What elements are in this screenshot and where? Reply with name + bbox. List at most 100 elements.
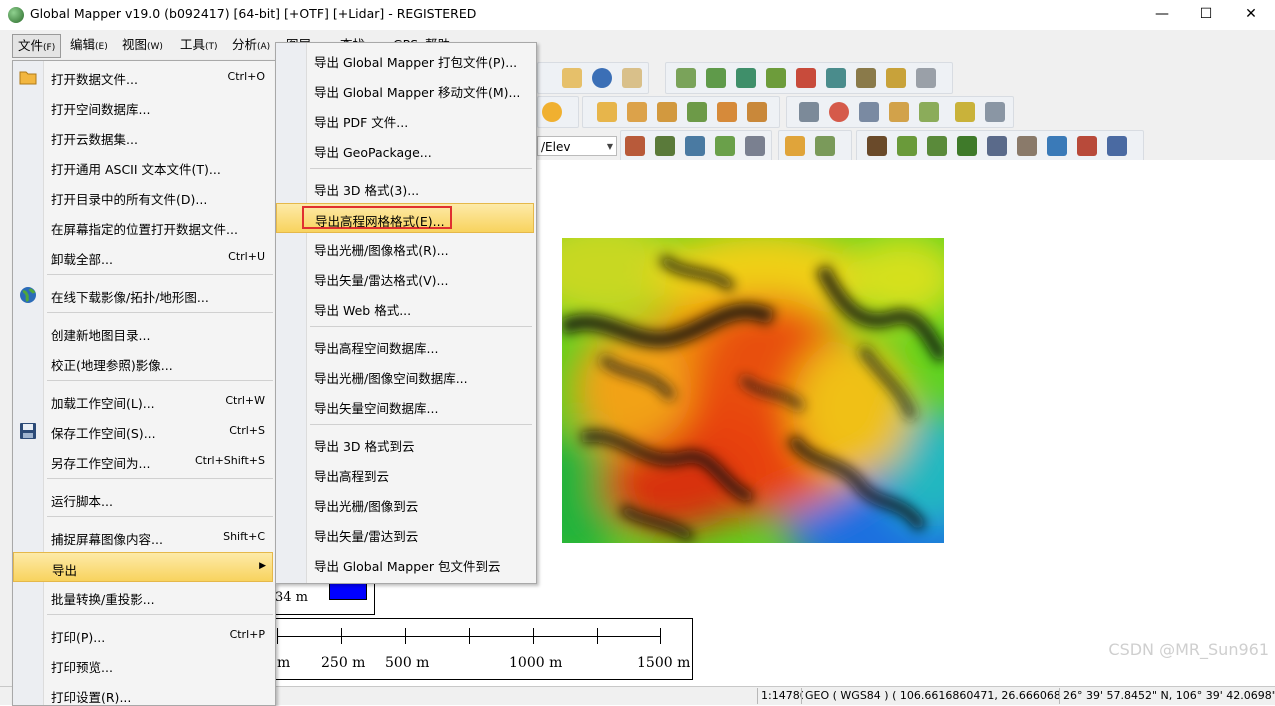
- status-dms: 26° 39' 57.8452" N, 106° 39' 42.0698" E: [1059, 688, 1275, 704]
- menu-item-open-spatial-db[interactable]: 打开空间数据库...: [13, 92, 275, 122]
- sun-icon[interactable]: [542, 102, 562, 122]
- viewshed-icon[interactable]: [715, 136, 735, 156]
- menu-item-export-vector-cloud[interactable]: 导出矢量/雷达到云: [276, 519, 534, 549]
- digitize-line-icon[interactable]: [627, 102, 647, 122]
- digitize-point-icon[interactable]: [597, 102, 617, 122]
- menu-view-key: (W): [147, 42, 163, 52]
- edit-check-icon[interactable]: [815, 136, 835, 156]
- minimize-button[interactable]: —: [1140, 4, 1184, 24]
- digitize-area-icon[interactable]: [687, 102, 707, 122]
- menu-item-print-preview[interactable]: 打印预览...: [13, 650, 275, 680]
- menu-item-unload-all[interactable]: 卸载全部... Ctrl+U: [13, 242, 275, 272]
- edit-area-icon[interactable]: [919, 102, 939, 122]
- menu-item-export[interactable]: 导出 ▶: [13, 552, 273, 582]
- slope-icon[interactable]: [796, 68, 816, 88]
- menu-item-save-workspace-as[interactable]: 另存工作空间为... Ctrl+Shift+S: [13, 446, 275, 476]
- menu-item-export-raster-cloud[interactable]: 导出光栅/图像到云: [276, 489, 534, 519]
- path-edit-icon[interactable]: [985, 102, 1005, 122]
- menu-item-open-at-location[interactable]: 在屏幕指定的位置打开数据文件...: [13, 212, 275, 242]
- scale-bar: m 250 m 500 m 1000 m 1500 m: [262, 618, 693, 680]
- menu-tools-label: 工具: [180, 37, 206, 52]
- digitize-draw-icon[interactable]: [747, 102, 767, 122]
- menu-item-export-gm-mobile[interactable]: 导出 Global Mapper 移动文件(M)...: [276, 75, 534, 105]
- tree-icon[interactable]: [957, 136, 977, 156]
- building-grid-icon[interactable]: [685, 136, 705, 156]
- menu-item-export-geopackage[interactable]: 导出 GeoPackage...: [276, 135, 534, 165]
- info-icon[interactable]: [592, 68, 612, 88]
- menu-item-export-gm-package[interactable]: 导出 Global Mapper 打包文件(P)...: [276, 45, 534, 75]
- menu-item-load-workspace[interactable]: 加载工作空间(L)... Ctrl+W: [13, 386, 275, 416]
- grass-icon[interactable]: [897, 136, 917, 156]
- noise-icon[interactable]: [1077, 136, 1097, 156]
- digitize-edit-icon[interactable]: [717, 102, 737, 122]
- scale-label: 1500 m: [637, 655, 691, 671]
- hillshade-icon[interactable]: [766, 68, 786, 88]
- find-icon[interactable]: [622, 68, 642, 88]
- menu-item-rectify-image[interactable]: 校正(地理参照)影像...: [13, 348, 275, 378]
- menu-item-run-script[interactable]: 运行脚本...: [13, 484, 275, 514]
- menu-item-label: 打印(P)...: [51, 630, 106, 645]
- menu-item-print-setup[interactable]: 打印设置(R)...: [13, 680, 275, 705]
- search-lidar-icon[interactable]: [1107, 136, 1127, 156]
- contour-icon[interactable]: [736, 68, 756, 88]
- lidar-ground-icon[interactable]: [867, 136, 887, 156]
- menu-item-open-ascii[interactable]: 打开通用 ASCII 文本文件(T)...: [13, 152, 275, 182]
- remove-icon[interactable]: [916, 68, 936, 88]
- menu-tools[interactable]: 工具(T): [180, 36, 218, 54]
- menu-item-open-data-file[interactable]: 打开数据文件... Ctrl+O: [13, 62, 275, 92]
- menu-view[interactable]: 视图(W): [122, 36, 163, 54]
- profile-icon[interactable]: [856, 68, 876, 88]
- grid-icon[interactable]: [859, 102, 879, 122]
- measure-tool-icon[interactable]: [799, 102, 819, 122]
- menu-item-capture-screen[interactable]: 捕捉屏幕图像内容... Shift+C: [13, 522, 275, 552]
- menu-item-online-download[interactable]: 在线下载影像/拓扑/地形图...: [13, 280, 275, 310]
- maximize-button[interactable]: ☐: [1184, 4, 1228, 24]
- water-icon[interactable]: [826, 68, 846, 88]
- app-logo-icon: [8, 7, 24, 23]
- triangle-icon[interactable]: [745, 136, 765, 156]
- menu-item-print[interactable]: 打印(P)... Ctrl+P: [13, 620, 275, 650]
- target-icon[interactable]: [829, 102, 849, 122]
- menu-item-export-vector[interactable]: 导出矢量/雷达格式(V)...: [276, 263, 534, 293]
- menu-item-batch-convert[interactable]: 批量转换/重投影...: [13, 582, 275, 612]
- menu-file[interactable]: 文件(F): [12, 34, 62, 58]
- menu-item-export-elevation-db[interactable]: 导出高程空间数据库...: [276, 331, 534, 361]
- menu-item-export-3d-cloud[interactable]: 导出 3D 格式到云: [276, 429, 534, 459]
- menu-item-open-directory[interactable]: 打开目录中的所有文件(D)...: [13, 182, 275, 212]
- peak-icon[interactable]: [655, 136, 675, 156]
- elevation-combo[interactable]: /Elev ▼: [537, 136, 617, 156]
- bush-icon[interactable]: [927, 136, 947, 156]
- menu-item-export-elevation-cloud[interactable]: 导出高程到云: [276, 459, 534, 489]
- menu-item-export-pdf[interactable]: 导出 PDF 文件...: [276, 105, 534, 135]
- menu-item-export-vector-db[interactable]: 导出矢量空间数据库...: [276, 391, 534, 421]
- menu-item-export-elevation-grid[interactable]: 导出高程网格格式(E)...: [276, 203, 534, 233]
- menu-item-label: 在屏幕指定的位置打开数据文件...: [51, 222, 238, 237]
- chevron-down-icon: ▼: [606, 142, 613, 151]
- menu-analysis[interactable]: 分析(A): [232, 36, 270, 54]
- menu-item-export-gm-package-cloud[interactable]: 导出 Global Mapper 包文件到云: [276, 549, 534, 579]
- terrain-icon[interactable]: [676, 68, 696, 88]
- filter-icon[interactable]: [785, 136, 805, 156]
- menu-item-label: 导出矢量/雷达到云: [314, 529, 419, 544]
- check-icon[interactable]: [955, 102, 975, 122]
- menu-item-export-raster-db[interactable]: 导出光栅/图像空间数据库...: [276, 361, 534, 391]
- menu-item-export-web[interactable]: 导出 Web 格式...: [276, 293, 534, 323]
- mountain-icon[interactable]: [706, 68, 726, 88]
- building-icon[interactable]: [987, 136, 1007, 156]
- menu-edit[interactable]: 编辑(E): [70, 36, 108, 54]
- close-button[interactable]: ✕: [1229, 4, 1273, 24]
- menu-item-open-cloud-dataset[interactable]: 打开云数据集...: [13, 122, 275, 152]
- image-icon[interactable]: [886, 68, 906, 88]
- menu-item-save-workspace[interactable]: 保存工作空间(S)... Ctrl+S: [13, 416, 275, 446]
- pencil-icon[interactable]: [889, 102, 909, 122]
- menu-item-export-raster[interactable]: 导出光栅/图像格式(R)...: [276, 233, 534, 263]
- digitize-path-icon[interactable]: [657, 102, 677, 122]
- menu-item-create-map-catalog[interactable]: 创建新地图目录...: [13, 318, 275, 348]
- scale-tick: [660, 628, 661, 644]
- points-icon[interactable]: [625, 136, 645, 156]
- menu-item-export-3d[interactable]: 导出 3D 格式(3)...: [276, 173, 534, 203]
- powerline-icon[interactable]: [1017, 136, 1037, 156]
- measure-icon[interactable]: [562, 68, 582, 88]
- water-drop-icon[interactable]: [1047, 136, 1067, 156]
- menu-edit-key: (E): [95, 42, 108, 52]
